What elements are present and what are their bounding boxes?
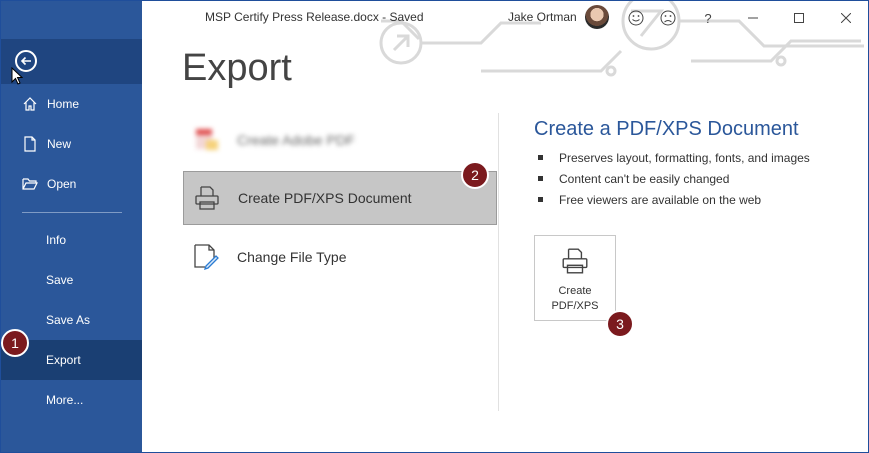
column-divider [498,113,499,411]
sidebar-item-label: Save As [46,313,91,327]
export-option-label: Change File Type [237,249,347,265]
export-option-label: Create Adobe PDF [237,132,355,148]
sidebar-item-info[interactable]: Info [1,220,142,260]
open-folder-icon [21,175,39,193]
list-item: Preserves layout, formatting, fonts, and… [538,147,810,168]
detail-title: Create a PDF/XPS Document [534,118,799,140]
sidebar-item-more[interactable]: More... [1,380,142,420]
close-icon[interactable] [836,8,856,28]
sidebar-item-open[interactable]: Open [1,164,142,204]
sidebar-item-label: Export [46,353,81,367]
feature-list: Preserves layout, formatting, fonts, and… [538,147,810,210]
create-pdf-xps-button[interactable]: Create PDF/XPS [534,235,616,321]
pdf-xps-icon [190,181,224,215]
export-option-label: Create PDF/XPS Document [238,190,412,206]
sidebar-item-label: New [47,137,72,151]
sidebar-item-label: Save [46,273,74,287]
mouse-cursor-icon [11,67,23,85]
sidebar-item-label: More... [46,393,84,407]
create-button-label-line1: Create [558,285,592,297]
smile-feedback-icon[interactable] [626,8,646,28]
step-badge-1: 1 [1,329,29,357]
printer-icon [560,246,590,281]
frown-feedback-icon[interactable] [658,8,678,28]
sidebar-item-home[interactable]: Home [1,84,142,124]
title-bar: MSP Certify Press Release.docx - Saved J… [142,1,868,35]
word-backstage-window: Home New Open Info Save Save As Export M… [0,0,869,453]
create-button-label-line2: PDF/XPS [551,300,599,312]
sidebar-item-label: Open [47,177,77,191]
sidebar-item-label: Home [47,97,80,111]
page-title: Export [182,47,292,89]
step-badge-2: 2 [461,161,489,189]
step-badge-3: 3 [606,310,634,338]
adobe-pdf-icon [189,123,223,157]
home-icon [21,95,39,113]
sidebar-item-new[interactable]: New [1,124,142,164]
maximize-icon[interactable] [789,8,809,28]
list-item: Free viewers are available on the web [538,189,810,210]
sidebar-item-save[interactable]: Save [1,260,142,300]
new-document-icon [21,135,39,153]
export-option-change-file-type[interactable]: Change File Type [183,235,497,279]
avatar[interactable] [585,5,609,29]
minimize-icon[interactable] [743,8,763,28]
export-option-create-pdf-xps[interactable]: Create PDF/XPS Document [183,171,497,225]
help-button[interactable]: ? [698,8,718,28]
sidebar-divider [22,212,122,213]
change-file-type-icon [189,240,223,274]
sidebar-item-label: Info [46,233,67,247]
user-name[interactable]: Jake Ortman [508,10,577,24]
export-option-create-adobe-pdf[interactable]: Create Adobe PDF [183,120,497,160]
document-title: MSP Certify Press Release.docx - Saved [205,10,424,24]
list-item: Content can't be easily changed [538,168,810,189]
backstage-sidebar: Home New Open Info Save Save As Export M… [1,1,142,452]
